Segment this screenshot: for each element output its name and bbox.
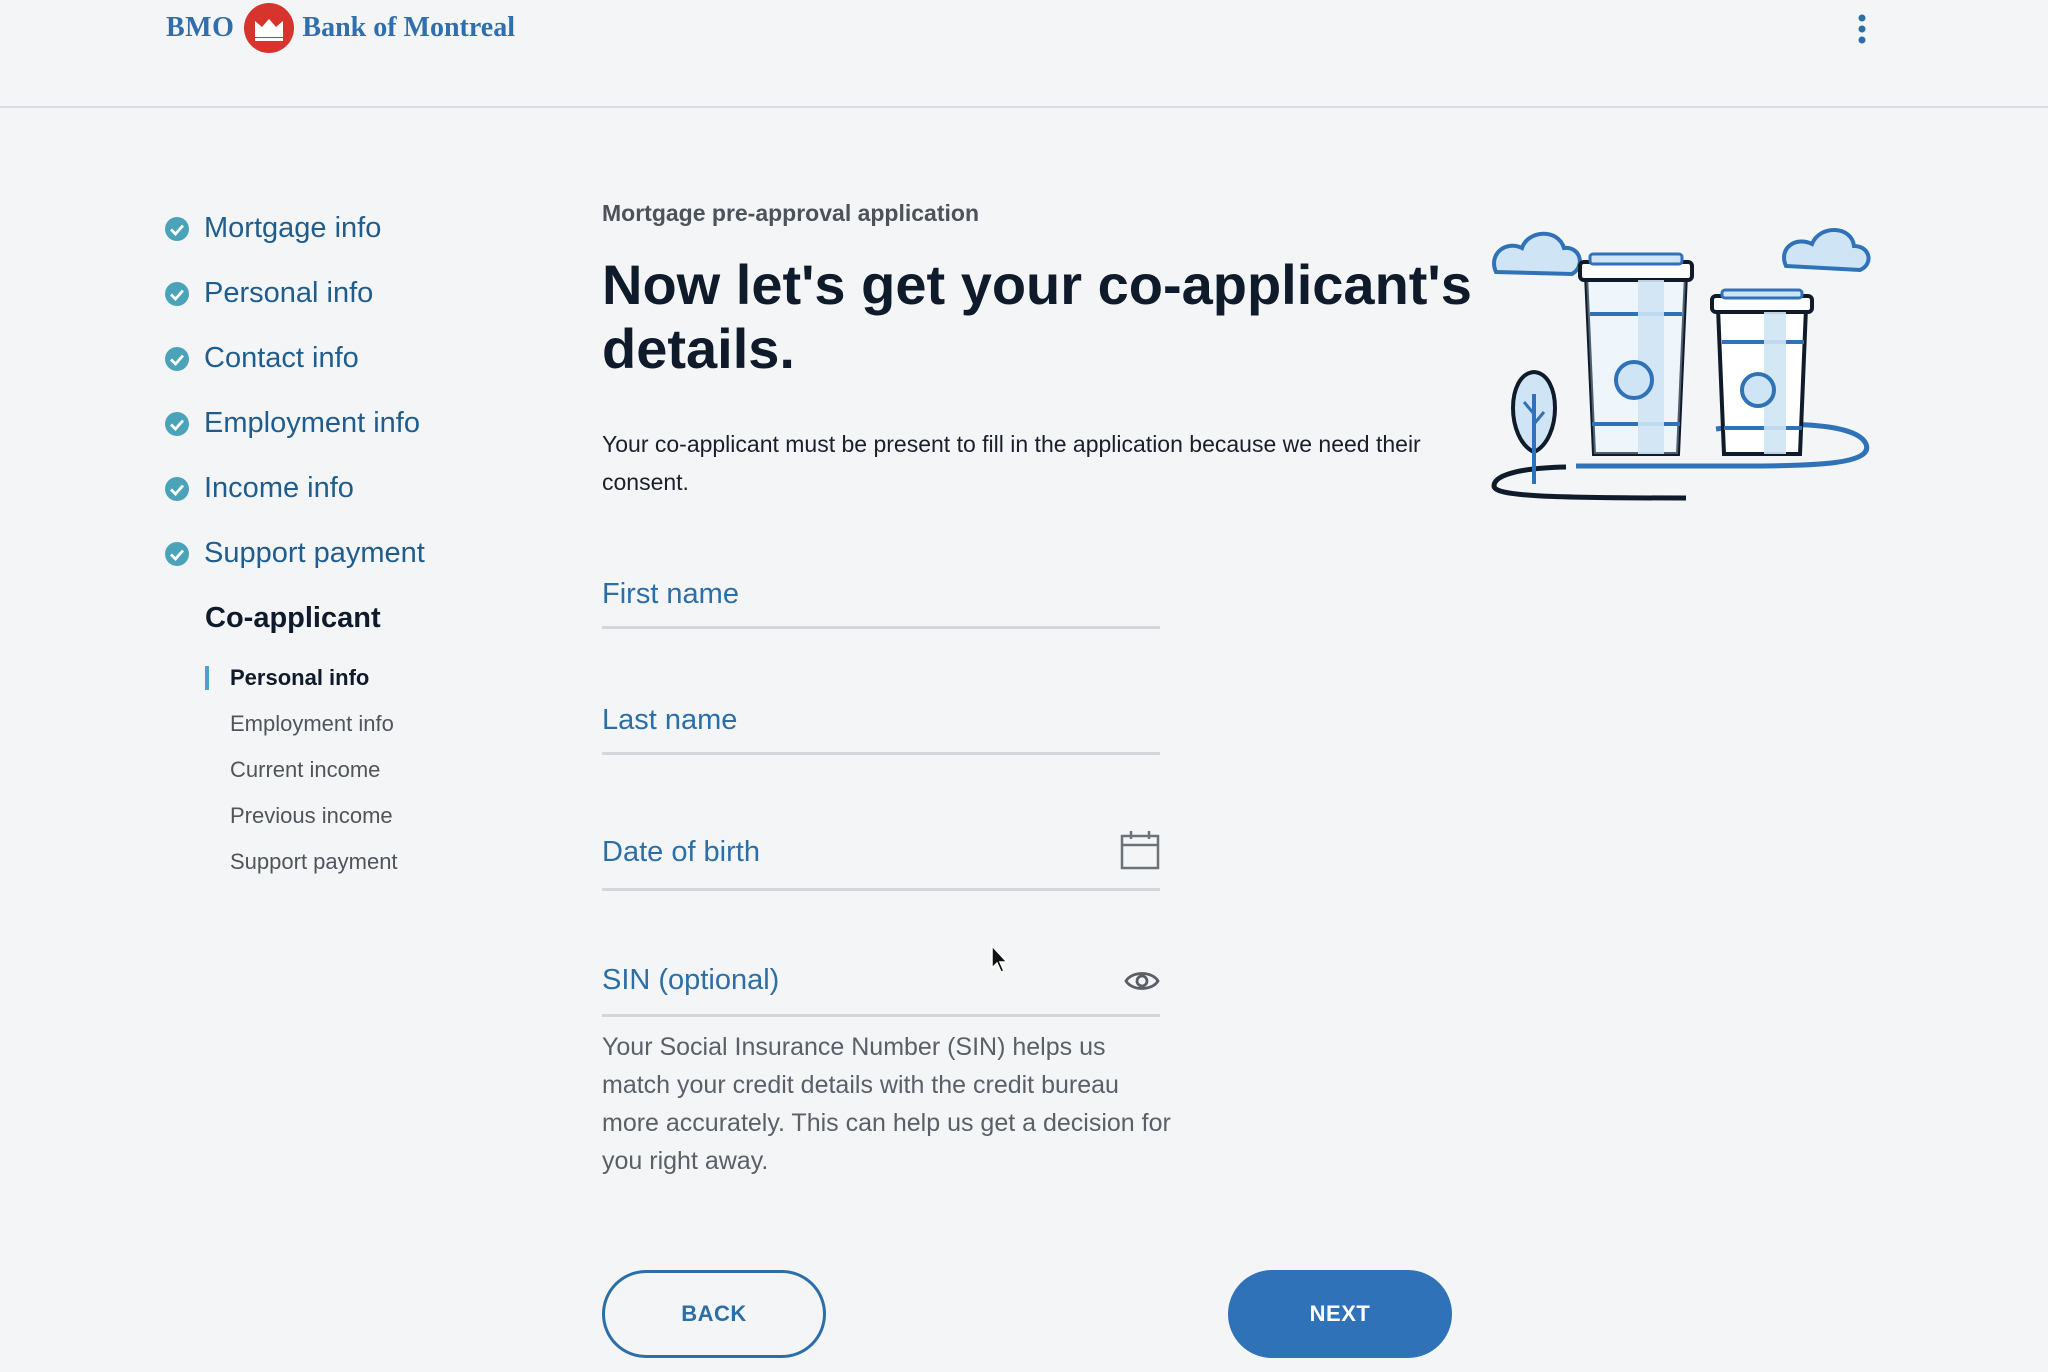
step-support-payment[interactable]: Support payment (164, 521, 564, 586)
check-circle-icon (165, 281, 189, 306)
page-eyebrow: Mortgage pre-approval application (602, 200, 979, 226)
substep-label: Previous income (230, 803, 393, 828)
coffee-cups-illustration (1491, 228, 1871, 501)
bank-name: Bank of Montreal (302, 12, 515, 43)
substep-label: Current income (230, 757, 381, 782)
active-indicator (205, 666, 209, 690)
substep-label: Personal info (230, 665, 370, 690)
progress-sidebar: Mortgage info Personal info Contact info… (164, 196, 564, 885)
first-name-field[interactable]: First name (602, 576, 1160, 629)
substep-label: Support payment (230, 849, 398, 874)
check-circle-icon (165, 541, 189, 566)
step-contact-info[interactable]: Contact info (164, 326, 564, 391)
step-label: Income info (204, 472, 354, 504)
substep-employment-info[interactable]: Employment info (205, 701, 564, 747)
substep-support-payment[interactable]: Support payment (205, 839, 564, 885)
kebab-menu-icon[interactable] (1850, 10, 1874, 50)
main-content: Mortgage pre-approval application Now le… (602, 200, 1472, 501)
step-mortgage-info[interactable]: Mortgage info (164, 196, 564, 261)
back-button[interactable]: BACK (602, 1270, 826, 1358)
check-circle-icon (165, 476, 189, 501)
app-header: BMO Bank of Montreal (0, 0, 2048, 108)
bmo-logo[interactable]: BMO Bank of Montreal (166, 2, 515, 54)
page-intro: Your co-applicant must be present to fil… (602, 431, 1421, 495)
step-label: Contact info (204, 342, 359, 374)
check-circle-icon (165, 216, 189, 241)
check-circle-icon (165, 346, 189, 371)
step-co-applicant[interactable]: Co-applicant (205, 586, 564, 651)
step-employment-info[interactable]: Employment info (164, 391, 564, 456)
step-personal-info[interactable]: Personal info (164, 261, 564, 326)
calendar-icon[interactable] (1120, 830, 1160, 875)
page-title: Now let's get your co-applicant's detail… (602, 253, 1472, 380)
first-name-label: First name (602, 578, 739, 610)
sin-label: SIN (optional) (602, 964, 780, 996)
co-applicant-substeps: Personal info Employment info Current in… (205, 655, 564, 885)
date-of-birth-field[interactable]: Date of birth (602, 826, 1160, 891)
step-label: Personal info (204, 277, 374, 309)
current-step-label: Co-applicant (205, 602, 381, 634)
step-label: Support payment (204, 537, 425, 569)
date-of-birth-label: Date of birth (602, 836, 760, 868)
substep-label: Employment info (230, 711, 394, 736)
step-label: Mortgage info (204, 212, 382, 244)
check-circle-icon (165, 411, 189, 436)
sin-helper-text: Your Social Insurance Number (SIN) helps… (602, 1033, 1171, 1175)
logo-text: BMO (166, 12, 235, 43)
substep-current-income[interactable]: Current income (205, 747, 564, 793)
sin-field[interactable]: SIN (optional) (602, 958, 1160, 1017)
step-label: Employment info (204, 407, 420, 439)
step-income-info[interactable]: Income info (164, 456, 564, 521)
eye-icon[interactable] (1124, 968, 1160, 999)
substep-previous-income[interactable]: Previous income (205, 793, 564, 839)
next-button[interactable]: NEXT (1228, 1270, 1452, 1358)
last-name-field[interactable]: Last name (602, 702, 1160, 755)
mouse-cursor-icon (991, 944, 1009, 973)
substep-personal-info[interactable]: Personal info (205, 655, 564, 701)
last-name-label: Last name (602, 704, 738, 736)
bmo-roundel-icon (244, 3, 295, 53)
